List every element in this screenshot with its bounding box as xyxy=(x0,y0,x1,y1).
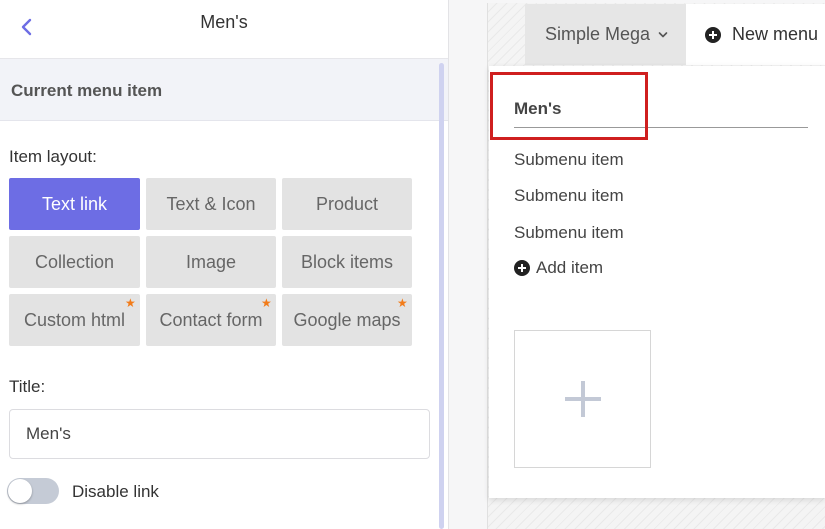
layout-option-label: Contact form xyxy=(159,309,263,330)
disable-link-toggle[interactable] xyxy=(7,478,59,504)
layout-option-image[interactable]: Image xyxy=(146,236,276,288)
layout-option-product[interactable]: Product xyxy=(282,178,412,230)
selection-highlight xyxy=(490,72,648,140)
panel-title: Men's xyxy=(200,12,248,32)
title-label: Title: xyxy=(9,377,46,396)
layout-option-label: Collection xyxy=(34,251,115,272)
section-title: Current menu item xyxy=(0,59,448,121)
new-menu-button[interactable]: New menu xyxy=(705,4,818,65)
add-item-button[interactable]: Add item xyxy=(514,258,603,278)
plus-circle-icon xyxy=(514,260,530,276)
title-input[interactable] xyxy=(9,409,430,459)
submenu-item[interactable]: Submenu item xyxy=(514,150,624,170)
layout-option-label: Block items xyxy=(300,251,394,272)
star-icon: ★ xyxy=(125,296,136,310)
scrollbar[interactable] xyxy=(439,63,444,529)
layout-option-label: Text link xyxy=(41,193,108,214)
submenu-item[interactable]: Submenu item xyxy=(514,223,624,243)
layout-options: Text link Text & Icon Product Collection… xyxy=(9,178,413,346)
layout-option-label: Google maps xyxy=(293,309,401,330)
add-item-label: Add item xyxy=(536,258,604,277)
star-icon: ★ xyxy=(397,296,408,310)
layout-option-collection[interactable]: Collection xyxy=(9,236,140,288)
panel-header: Men's xyxy=(0,0,448,59)
layout-option-google-maps[interactable]: Google maps ★ xyxy=(282,294,412,346)
plus-circle-icon xyxy=(705,26,721,43)
layout-option-label: Custom html xyxy=(23,309,126,330)
layout-option-label: Product xyxy=(315,193,379,214)
layout-option-custom-html[interactable]: Custom html ★ xyxy=(9,294,140,346)
layout-option-text-icon[interactable]: Text & Icon xyxy=(146,178,276,230)
settings-panel: Men's Current menu item Item layout: Tex… xyxy=(0,0,449,529)
layout-option-text-link[interactable]: Text link xyxy=(9,178,140,230)
toggle-knob xyxy=(8,479,32,503)
chevron-down-icon xyxy=(658,31,668,37)
star-icon: ★ xyxy=(261,296,272,310)
layout-option-block-items[interactable]: Block items xyxy=(282,236,412,288)
menu-tab-simple-mega[interactable]: Simple Mega xyxy=(525,4,686,65)
new-menu-label: New menu xyxy=(732,24,819,44)
disable-link-label: Disable link xyxy=(72,482,159,501)
layout-option-label: Image xyxy=(185,251,237,272)
submenu-item[interactable]: Submenu item xyxy=(514,186,624,206)
layout-option-label: Text & Icon xyxy=(166,193,256,214)
item-layout-label: Item layout: xyxy=(9,147,97,166)
layout-option-contact-form[interactable]: Contact form ★ xyxy=(146,294,276,346)
add-image-placeholder[interactable] xyxy=(514,330,651,468)
menu-tab-label: Simple Mega xyxy=(545,24,651,44)
plus-icon xyxy=(564,381,601,417)
